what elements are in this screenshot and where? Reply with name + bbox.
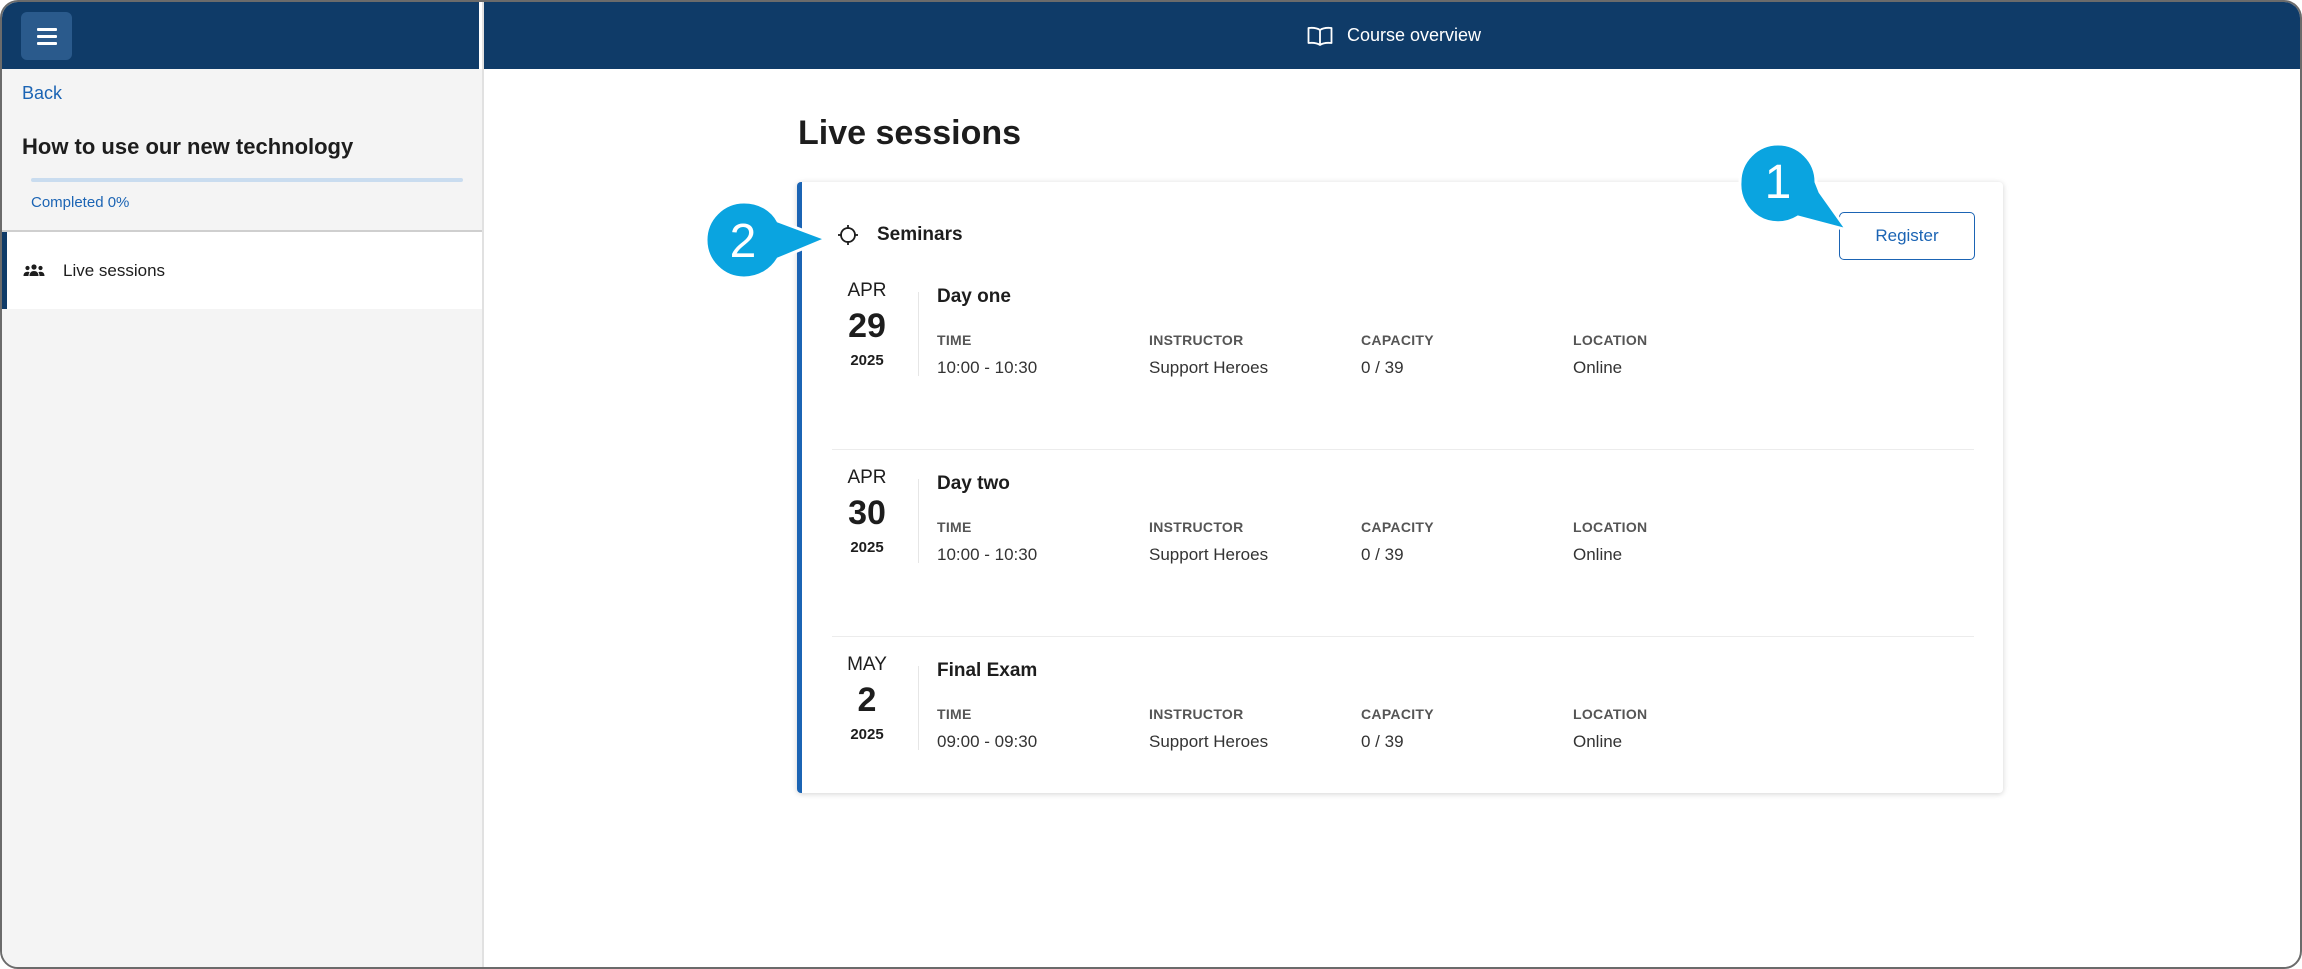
instructor-value: Support Heroes	[1149, 545, 1269, 564]
time-header: TIME	[937, 332, 972, 348]
session-time: TIME 10:00 - 10:30	[937, 332, 1037, 378]
capacity-value: 0 / 39	[1361, 358, 1404, 377]
session-date: MAY 2 2025	[822, 654, 912, 743]
session-month: APR	[847, 467, 887, 488]
session-year: 2025	[850, 352, 884, 369]
instructor-header: INSTRUCTOR	[1149, 332, 1244, 348]
section-title: Seminars	[877, 224, 963, 245]
callout-marker-2: 2	[704, 200, 831, 280]
time-header: TIME	[937, 519, 972, 535]
section-header: Seminars	[837, 224, 963, 246]
sidebar-item-label: Live sessions	[63, 260, 166, 280]
session-divider	[918, 292, 919, 376]
sidebar-item-live-sessions[interactable]: Live sessions	[2, 232, 482, 309]
location-value: Online	[1573, 732, 1623, 751]
session-location: LOCATION Online	[1573, 519, 1647, 565]
callout-marker-1: 1	[1738, 142, 1851, 233]
session-name: Day two	[937, 473, 1010, 494]
session-row: MAY 2 2025 Final Exam TIME 09:00 - 09:30 INSTR…	[802, 654, 2003, 841]
capacity-value: 0 / 39	[1361, 545, 1404, 564]
capacity-header: CAPACITY	[1361, 519, 1434, 535]
session-month: MAY	[847, 654, 887, 675]
session-divider	[918, 666, 919, 750]
session-date: APR 29 2025	[822, 280, 912, 369]
session-name: Final Exam	[937, 660, 1038, 681]
location-header: LOCATION	[1573, 519, 1648, 535]
session-year: 2025	[850, 726, 884, 743]
session-month: APR	[847, 280, 887, 301]
menu-button[interactable]	[21, 12, 72, 60]
callout-number: 1	[1765, 156, 1792, 209]
session-row: APR 30 2025 Day two TIME 10:00 - 10:30 INSTRUC…	[802, 467, 2003, 654]
capacity-header: CAPACITY	[1361, 332, 1434, 348]
session-row: APR 29 2025 Day one TIME 10:00 - 10:30 INSTRUC…	[802, 280, 2003, 467]
session-date: APR 30 2025	[822, 467, 912, 556]
sidebar-header	[2, 2, 482, 69]
instructor-value: Support Heroes	[1149, 732, 1269, 751]
time-header: TIME	[937, 706, 972, 722]
callout-number: 2	[730, 215, 757, 268]
progress-label: Completed 0%	[31, 194, 130, 211]
capacity-header: CAPACITY	[1361, 706, 1434, 722]
instructor-value: Support Heroes	[1149, 358, 1269, 377]
session-day: 2	[857, 681, 877, 719]
sidebar: Back How to use our new technology Compl…	[2, 2, 484, 967]
progress-bar	[31, 178, 463, 182]
session-location: LOCATION Online	[1573, 706, 1647, 752]
session-time: TIME 10:00 - 10:30	[937, 519, 1037, 565]
page-title: Live sessions	[798, 114, 1022, 152]
hamburger-icon	[36, 28, 57, 45]
session-capacity: CAPACITY 0 / 39	[1361, 332, 1434, 378]
location-header: LOCATION	[1573, 706, 1648, 722]
crosshair-icon	[838, 225, 858, 245]
capacity-value: 0 / 39	[1361, 732, 1404, 751]
session-instructor: INSTRUCTOR Support Heroes	[1149, 332, 1268, 378]
instructor-header: INSTRUCTOR	[1149, 519, 1244, 535]
location-value: Online	[1573, 358, 1623, 377]
time-value: 10:00 - 10:30	[937, 545, 1038, 564]
session-year: 2025	[850, 539, 884, 556]
session-instructor: INSTRUCTOR Support Heroes	[1149, 519, 1268, 565]
back-link[interactable]: Back	[22, 83, 62, 104]
session-capacity: CAPACITY 0 / 39	[1361, 519, 1434, 565]
session-location: LOCATION Online	[1573, 332, 1647, 378]
session-separator	[832, 636, 1974, 637]
book-icon	[1307, 26, 1333, 46]
session-day: 30	[848, 494, 886, 532]
instructor-header: INSTRUCTOR	[1149, 706, 1244, 722]
time-value: 10:00 - 10:30	[937, 358, 1038, 377]
course-title: How to use our new technology	[22, 134, 354, 159]
location-value: Online	[1573, 545, 1623, 564]
group-icon	[23, 263, 45, 276]
session-capacity: CAPACITY 0 / 39	[1361, 706, 1434, 752]
app-window: Back How to use our new technology Compl…	[0, 0, 2302, 969]
session-time: TIME 09:00 - 09:30	[937, 706, 1037, 752]
session-divider	[918, 479, 919, 563]
seminars-card: Seminars Register APR 29 2025 Day one TIME 10…	[797, 182, 2003, 793]
top-bar-title[interactable]: Course overview	[1347, 25, 1481, 46]
top-bar: Course overview	[484, 2, 2300, 69]
location-header: LOCATION	[1573, 332, 1648, 348]
time-value: 09:00 - 09:30	[937, 732, 1038, 751]
session-name: Day one	[937, 286, 1011, 307]
session-separator	[832, 449, 1974, 450]
register-button[interactable]: Register	[1839, 212, 1975, 260]
session-day: 29	[848, 307, 886, 345]
session-instructor: INSTRUCTOR Support Heroes	[1149, 706, 1268, 752]
